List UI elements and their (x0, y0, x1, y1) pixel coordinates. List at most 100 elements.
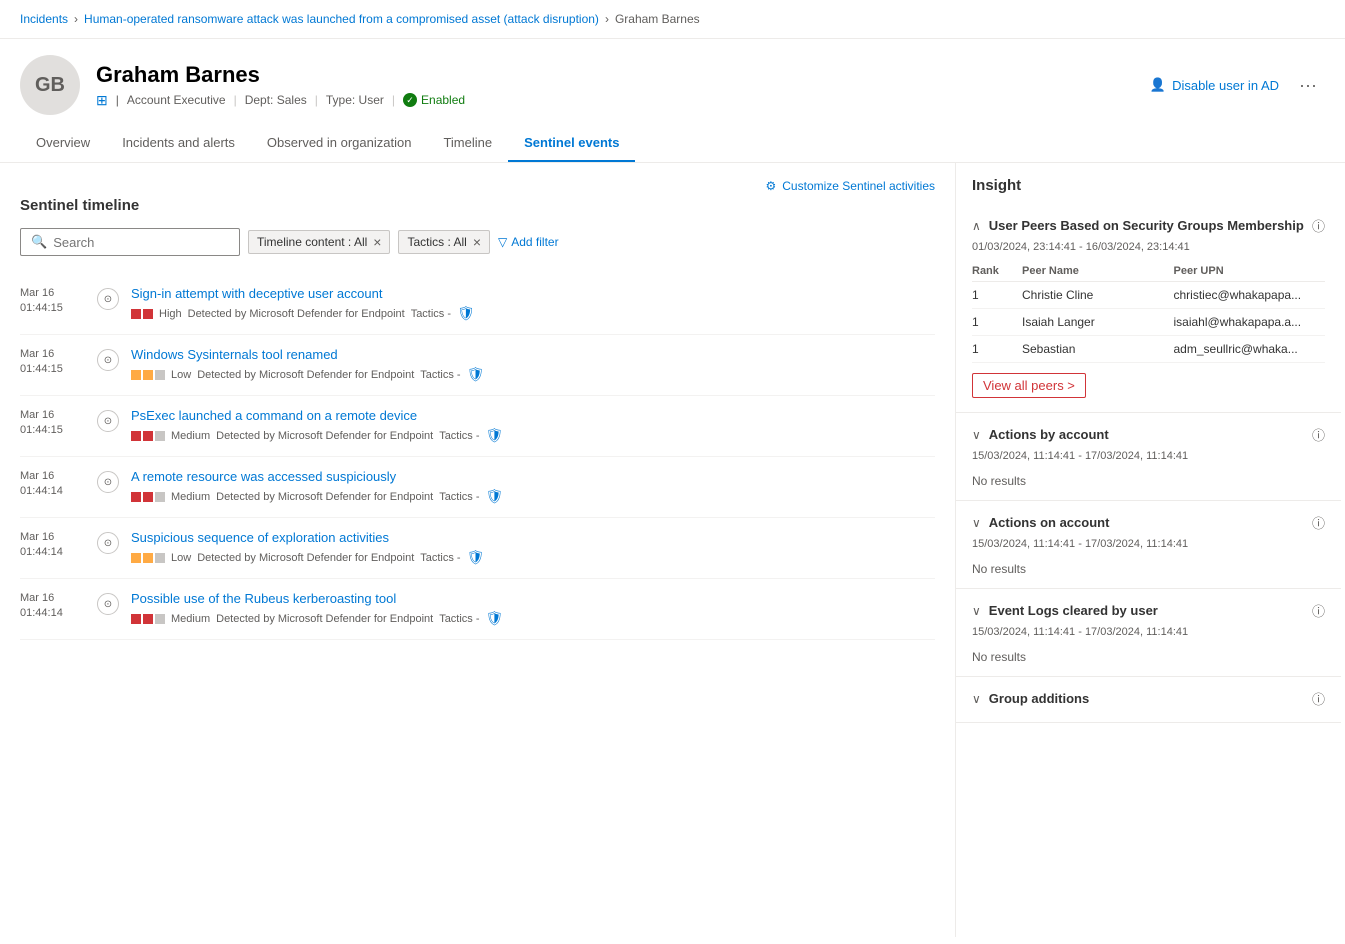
breadcrumb-sep-1: › (74, 12, 78, 26)
timeline-event-title[interactable]: Sign-in attempt with deceptive user acco… (131, 286, 935, 301)
section-title: User Peers Based on Security Groups Memb… (989, 218, 1304, 233)
severity-medium (131, 431, 165, 441)
section-title-group: ∧ User Peers Based on Security Groups Me… (972, 218, 1304, 233)
chevron-icon: ∨ (972, 604, 981, 618)
info-icon[interactable]: ⓘ (1312, 513, 1325, 532)
tab-timeline[interactable]: Timeline (427, 125, 508, 162)
user-name: Graham Barnes (96, 62, 465, 88)
filter-tactics-remove[interactable]: × (473, 235, 481, 249)
section-title: Event Logs cleared by user (989, 603, 1158, 618)
user-header-right: 👤 Disable user in AD ··· (1150, 71, 1325, 100)
main-content: ⚙ Customize Sentinel activities Sentinel… (0, 163, 1345, 937)
timeline-item: Mar 1601:44:14 ⊙ Possible use of the Rub… (20, 579, 935, 640)
insight-scroll[interactable]: Insight ∧ User Peers Based on Security G… (956, 163, 1345, 937)
severity-medium (131, 614, 165, 624)
filter-timeline-remove[interactable]: × (373, 235, 381, 249)
tab-observed-org[interactable]: Observed in organization (251, 125, 428, 162)
timeline-event-icon: ⊙ (97, 532, 119, 554)
breadcrumb-sep-2: › (605, 12, 609, 26)
view-all-peers-button[interactable]: View all peers > (972, 373, 1086, 398)
tactics-icon: 🛡 (467, 366, 485, 383)
timeline-event-title[interactable]: Possible use of the Rubeus kerberoasting… (131, 591, 935, 606)
event-source: Detected by Microsoft Defender for Endpo… (216, 430, 433, 442)
severity-high (131, 309, 153, 319)
breadcrumb-incident-title[interactable]: Human-operated ransomware attack was lau… (84, 12, 599, 26)
add-filter-button[interactable]: ▽ Add filter (498, 235, 559, 249)
disable-user-label: Disable user in AD (1172, 78, 1279, 93)
no-results: No results (956, 646, 1341, 676)
timeline-event-title[interactable]: PsExec launched a command on a remote de… (131, 408, 935, 423)
tactics-icon: 🛡 (467, 549, 485, 566)
col-header-upn: Peer UPN (1174, 265, 1326, 277)
timeline-event-meta: Low Detected by Microsoft Defender for E… (131, 366, 935, 383)
info-icon[interactable]: ⓘ (1312, 425, 1325, 444)
sentinel-timeline-title: Sentinel timeline (20, 197, 935, 214)
peer-rank: 1 (972, 288, 1022, 302)
disable-user-button[interactable]: 👤 Disable user in AD (1150, 77, 1279, 93)
info-icon[interactable]: ⓘ (1312, 216, 1325, 235)
user-separator-0: | (116, 93, 119, 107)
peer-rank: 1 (972, 315, 1022, 329)
timeline-event-title[interactable]: A remote resource was accessed suspiciou… (131, 469, 935, 484)
search-box[interactable]: 🔍 (20, 228, 240, 256)
tactics-icon: 🛡 (486, 610, 504, 627)
tab-incidents-alerts[interactable]: Incidents and alerts (106, 125, 251, 162)
tactics-label: Tactics - (420, 369, 460, 381)
section-date-range: 01/03/2024, 23:14:41 - 16/03/2024, 23:14… (956, 241, 1341, 261)
peer-name: Christie Cline (1022, 288, 1174, 302)
user-separator-2: | (315, 93, 318, 107)
timeline-item: Mar 1601:44:14 ⊙ Suspicious sequence of … (20, 518, 935, 579)
search-input[interactable] (53, 235, 229, 250)
info-icon[interactable]: ⓘ (1312, 601, 1325, 620)
search-icon: 🔍 (31, 234, 47, 250)
info-icon[interactable]: ⓘ (1312, 689, 1325, 708)
no-results: No results (956, 558, 1341, 588)
insight-panel: Insight ∧ User Peers Based on Security G… (956, 163, 1341, 723)
section-date-range: 15/03/2024, 11:14:41 - 17/03/2024, 11:14… (956, 626, 1341, 646)
user-header: GB Graham Barnes ⊞ | Account Executive |… (0, 39, 1345, 125)
filter-timeline-content: Timeline content : All × (248, 230, 390, 254)
section-header-event-logs-cleared[interactable]: ∨ Event Logs cleared by user ⓘ (956, 589, 1341, 626)
tactics-label: Tactics - (439, 430, 479, 442)
section-title: Group additions (989, 691, 1089, 706)
timeline-event-title[interactable]: Suspicious sequence of exploration activ… (131, 530, 935, 545)
insight-section-group-additions: ∨ Group additions ⓘ (956, 677, 1341, 723)
user-separator-1: | (234, 93, 237, 107)
tactics-label: Tactics - (439, 491, 479, 503)
no-results: No results (956, 470, 1341, 500)
filter-bar: 🔍 Timeline content : All × Tactics : All… (20, 228, 935, 256)
customize-sentinel-button[interactable]: ⚙ Customize Sentinel activities (766, 179, 936, 193)
more-actions-button[interactable]: ··· (1291, 71, 1325, 100)
tactics-label: Tactics - (439, 613, 479, 625)
filter-tactics: Tactics : All × (398, 230, 490, 254)
timeline-list: Mar 1601:44:15 ⊙ Sign-in attempt with de… (20, 274, 935, 640)
timeline-event-icon: ⊙ (97, 471, 119, 493)
tab-overview[interactable]: Overview (20, 125, 106, 162)
peer-upn: adm_seullric@whaka... (1174, 342, 1326, 356)
user-header-left: GB Graham Barnes ⊞ | Account Executive |… (20, 55, 465, 115)
peer-upn: isaiahl@whakapapa.a... (1174, 315, 1326, 329)
timeline-event-title[interactable]: Windows Sysinternals tool renamed (131, 347, 935, 362)
peers-table: Rank Peer Name Peer UPN 1 Christie Cline… (956, 261, 1341, 363)
chevron-icon: ∧ (972, 219, 981, 233)
timeline-event-meta: High Detected by Microsoft Defender for … (131, 305, 935, 322)
section-header-user-peers[interactable]: ∧ User Peers Based on Security Groups Me… (956, 204, 1341, 241)
timeline-event-content: A remote resource was accessed suspiciou… (131, 469, 935, 505)
section-header-group-additions[interactable]: ∨ Group additions ⓘ (956, 677, 1341, 714)
tab-sentinel-events[interactable]: Sentinel events (508, 125, 635, 162)
section-date-range (956, 714, 1341, 722)
section-date-range: 15/03/2024, 11:14:41 - 17/03/2024, 11:14… (956, 538, 1341, 558)
severity-label: Medium (171, 430, 210, 442)
breadcrumb-current: Graham Barnes (615, 12, 700, 26)
user-lock-icon: 👤 (1150, 77, 1166, 93)
tactics-icon: 🛡 (486, 488, 504, 505)
timeline-event-icon: ⊙ (97, 288, 119, 310)
event-source: Detected by Microsoft Defender for Endpo… (197, 552, 414, 564)
section-title-group: ∨ Actions by account (972, 427, 1109, 442)
severity-low (131, 553, 165, 563)
breadcrumb-incidents[interactable]: Incidents (20, 12, 68, 26)
section-header-actions-by-account[interactable]: ∨ Actions by account ⓘ (956, 413, 1341, 450)
insight-section-actions-on-account: ∨ Actions on account ⓘ 15/03/2024, 11:14… (956, 501, 1341, 589)
section-header-actions-on-account[interactable]: ∨ Actions on account ⓘ (956, 501, 1341, 538)
timeline-date: Mar 1601:44:14 (20, 530, 85, 561)
